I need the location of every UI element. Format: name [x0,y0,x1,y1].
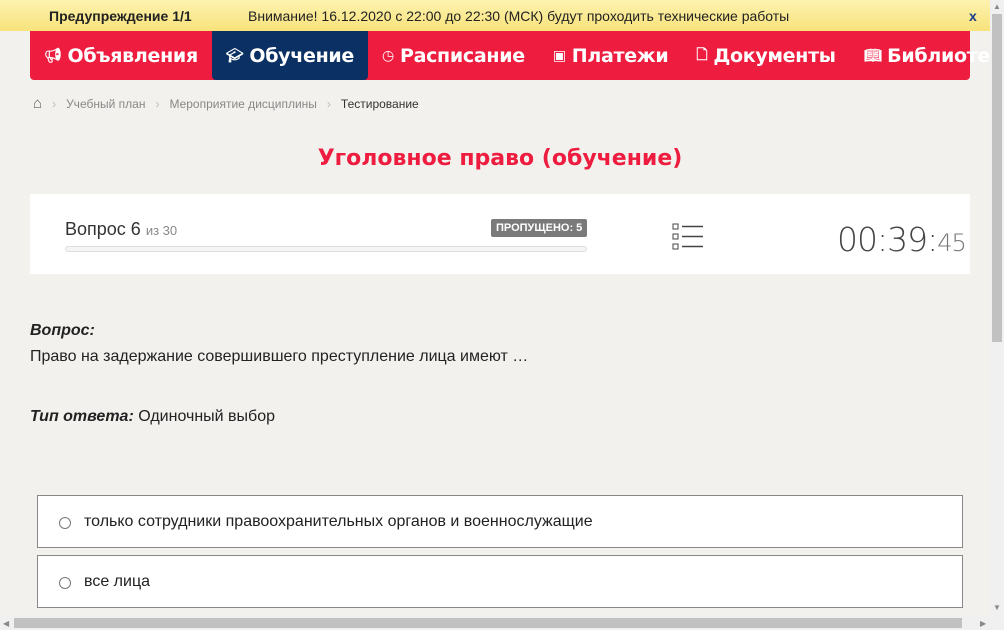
breadcrumb-current: Тестирование [340,96,419,111]
scrollbar-thumb[interactable] [992,14,1002,342]
scroll-left-icon[interactable]: ◀ [3,619,9,628]
option-label: только сотрудники правоохранительных орг… [84,513,593,530]
answer-option[interactable]: все лица [37,555,963,608]
scroll-right-icon[interactable]: ▶ [980,619,986,628]
timer-main: 00:39: [837,220,938,259]
nav-announcements[interactable]: 📢︎ Объявления [30,31,212,80]
skipped-badge: ПРОПУЩЕНО: 5 [491,219,588,237]
nav-label: Документы [713,44,836,67]
money-icon: ▣ [552,47,566,64]
breadcrumb: ⌂ › Учебный план › Мероприятие дисциплин… [33,95,419,112]
graduation-cap-icon: 🎓︎ [225,47,244,64]
question-heading: Вопрос: [30,322,95,339]
nav-schedule[interactable]: ◷ Расписание [368,31,539,80]
chevron-right-icon: › [155,96,160,111]
question-counter: Вопрос 6 из 30 [65,219,177,240]
warning-title: Предупреждение 1/1 [49,8,192,24]
question-number: Вопрос 6 [65,219,141,239]
radio-button[interactable] [59,517,71,529]
warning-banner: Предупреждение 1/1 Внимание! 16.12.2020 … [0,0,990,31]
timer: 00:39:45 [837,220,967,259]
book-icon: 📖︎ [863,47,882,64]
main-nav: 📢︎ Объявления 🎓︎ Обучение ◷ Расписание ▣ Пла… [30,31,1004,80]
nav-payments[interactable]: ▣ Платежи [539,31,683,80]
answer-type: Тип ответа: Одиночный выбор [30,408,275,426]
warning-message: Внимание! 16.12.2020 с 22:00 до 22:30 (М… [248,8,790,24]
breadcrumb-curriculum[interactable]: Учебный план [66,97,145,111]
radio-button[interactable] [59,577,71,589]
answer-type-value: Одиночный выбор [138,408,275,425]
breadcrumb-event[interactable]: Мероприятие дисциплины [169,97,316,111]
answer-type-label: Тип ответа: [30,408,134,425]
question-label: Вопрос: [30,322,95,340]
home-icon[interactable]: ⌂ [33,95,42,112]
vertical-scrollbar[interactable]: ▲ ▼ [990,0,1004,616]
nav-label: Библиотека [887,44,1004,67]
timer-seconds: 45 [937,229,967,257]
nav-label: Платежи [571,44,669,67]
nav-label: Расписание [399,44,525,67]
chevron-right-icon: › [326,96,331,111]
scrollbar-thumb[interactable] [14,618,962,628]
clock-icon: ◷ [382,47,394,64]
page-title: Уголовное право (обучение) [317,146,683,171]
horizontal-scrollbar[interactable]: ◀ ▶ [0,616,1004,630]
progress-bar [65,246,587,252]
nav-education[interactable]: 🎓︎ Обучение [211,31,369,80]
scroll-up-icon[interactable]: ▲ [993,2,1001,11]
megaphone-icon: 📢︎ [44,47,62,64]
chevron-right-icon: › [52,96,57,111]
nav-documents[interactable]: 🗋︎ Документы [682,31,849,80]
question-total: из 30 [145,223,178,238]
test-progress-card: Вопрос 6 из 30 ПРОПУЩЕНО: 5 00:39:45 [30,194,970,274]
document-icon: 🗋︎ [696,46,708,63]
scroll-down-icon[interactable]: ▼ [993,603,1001,612]
answer-option[interactable]: только сотрудники правоохранительных орг… [37,495,963,548]
question-text: Право на задержание совершившего преступ… [30,348,529,365]
nav-label: Обучение [249,44,355,67]
close-warning-button[interactable]: x [969,8,977,24]
question-list-icon[interactable] [672,223,704,251]
nav-library[interactable]: 📖︎Библиотека⌄ [850,31,1004,80]
option-label: все лица [84,573,150,590]
nav-label: Объявления [67,44,198,67]
